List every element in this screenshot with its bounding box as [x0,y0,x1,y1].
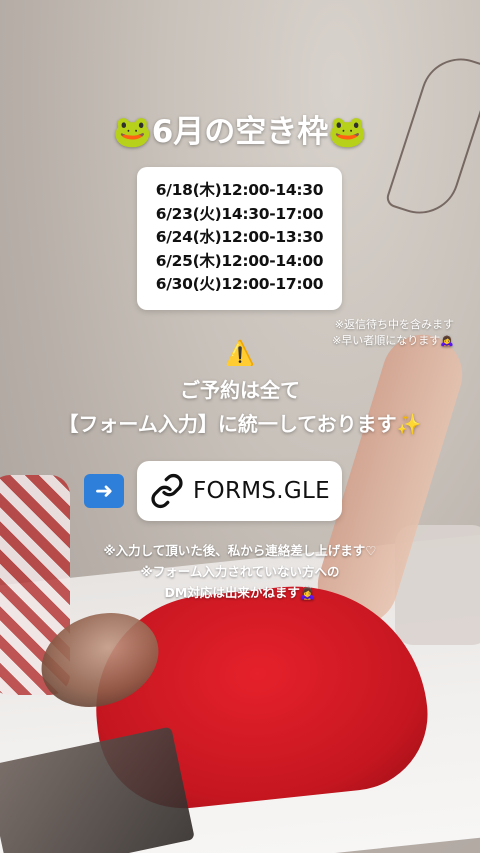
date-slot: 6/23(火)14:30-17:00 [155,204,324,223]
link-icon [151,473,183,509]
headline-line: 【フォーム入力】に統一しております✨ [58,412,422,436]
story-screen: 🐸6月の空き枠🐸 6/18(木)12:00-14:30 6/23(火)14:30… [0,0,480,853]
note-line: ※返信待ち中を含みます [334,318,454,331]
arrow-right-icon: ➜ [84,474,124,508]
reservation-headline: ご予約は全て 【フォーム入力】に統一しております✨ [0,373,480,441]
headline-line: ご予約は全て [180,378,300,402]
availability-card: 6/18(木)12:00-14:30 6/23(火)14:30-17:00 6/… [137,167,342,310]
date-slot: 6/25(木)12:00-14:00 [155,251,324,270]
date-slot: 6/18(木)12:00-14:30 [155,181,324,199]
note-line: DM対応は出来かねます🙇‍♀️ [164,585,316,600]
form-notes: ※入力して頂いた後、私から連絡差し上げます♡ ※フォーム入力されていない方への … [0,540,480,603]
warning-icon: ⚠️ [225,339,255,367]
date-slot: 6/24(水)12:00-13:30 [155,228,324,246]
note-line: ※入力して頂いた後、私から連絡差し上げます♡ [103,543,377,558]
link-label: FORMS.GLE [193,478,330,504]
date-slot: 6/30(火)12:00-17:00 [155,275,324,293]
note-line: ※フォーム入力されていない方への [140,564,340,579]
link-sticker[interactable]: FORMS.GLE [137,461,342,521]
page-title: 🐸6月の空き枠🐸 [113,114,367,150]
